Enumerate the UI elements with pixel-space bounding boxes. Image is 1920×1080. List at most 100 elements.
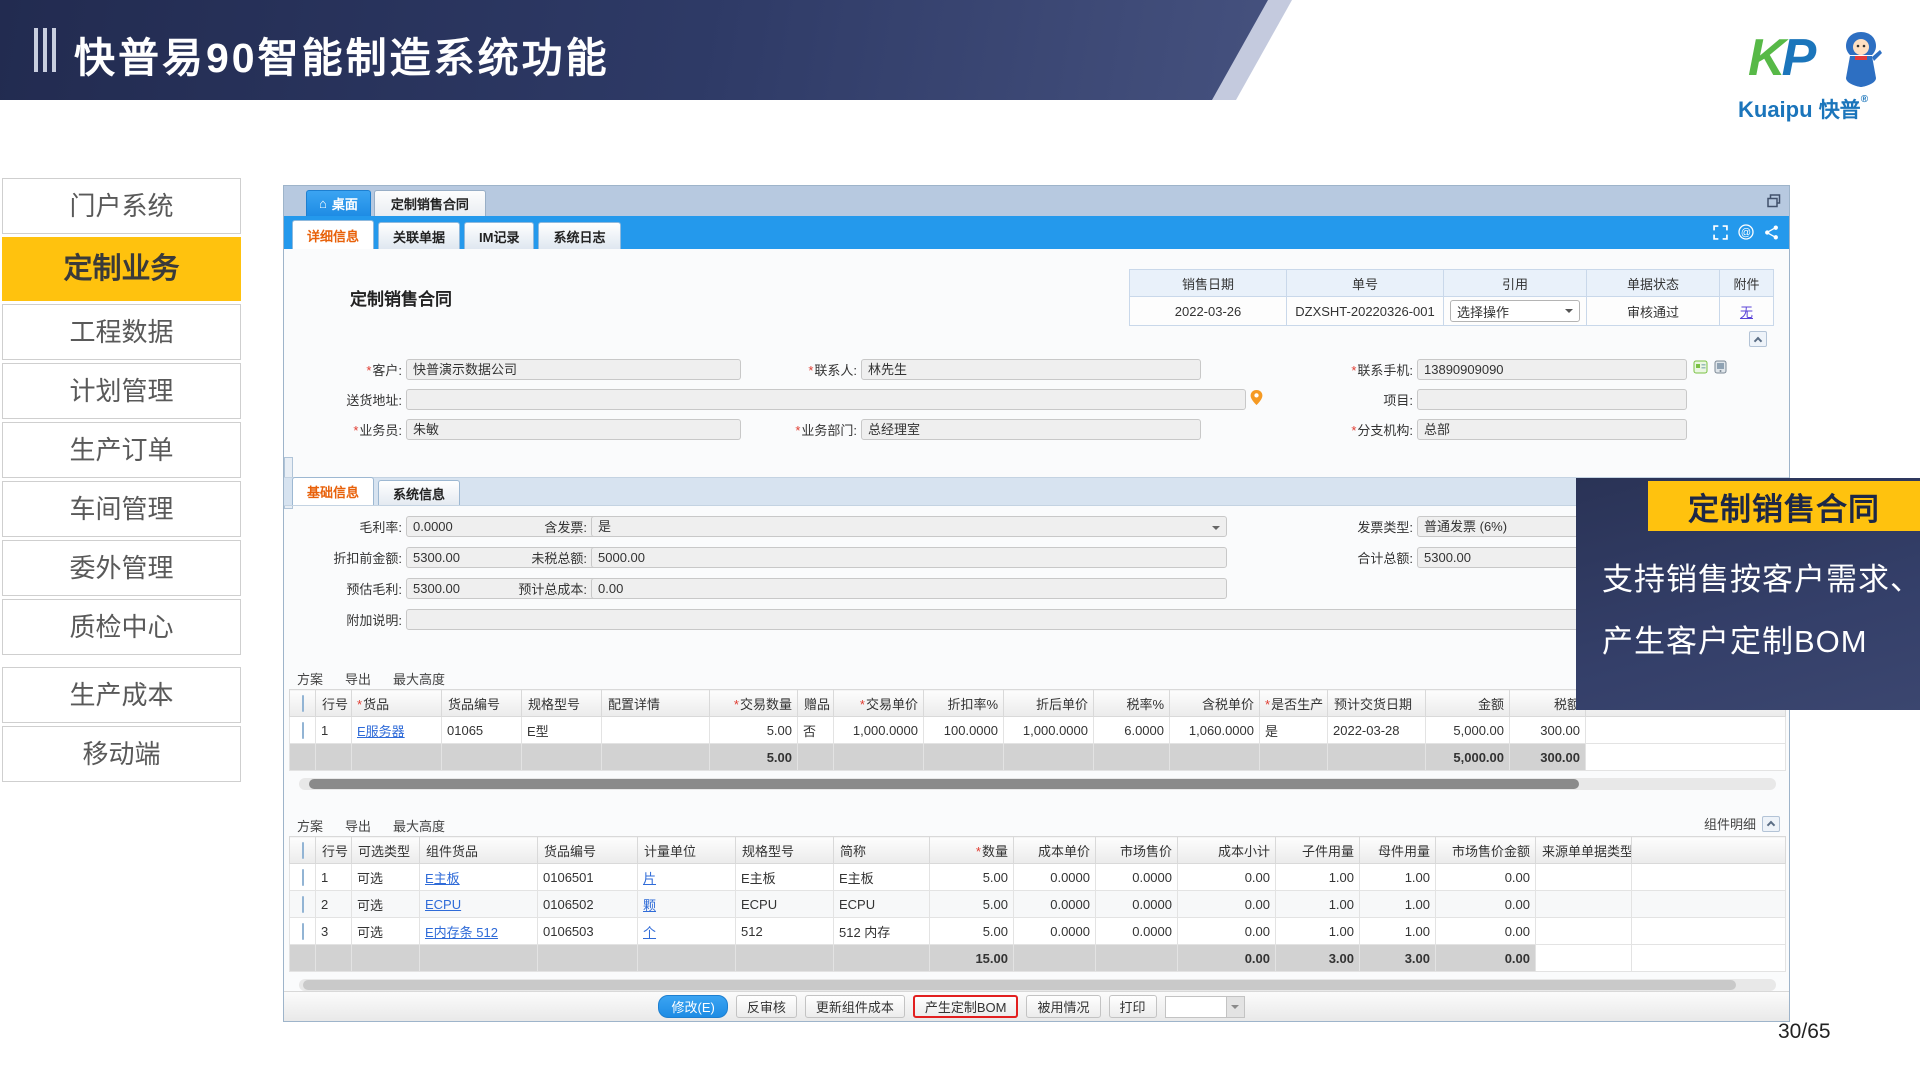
contact-card-icon[interactable] xyxy=(1693,360,1708,379)
sidebar-item-engineering-data[interactable]: 工程数据 xyxy=(2,304,241,360)
header-cell[interactable]: *交易数量 xyxy=(710,690,798,717)
tab-detail-info[interactable]: 详细信息 xyxy=(292,220,374,249)
header-cell[interactable]: *数量 xyxy=(930,837,1014,864)
collapse-header-button[interactable] xyxy=(1749,331,1767,347)
header-cell[interactable]: 行号 xyxy=(316,690,352,717)
component-table-hscrollbar[interactable] xyxy=(299,979,1776,991)
tab-system-info[interactable]: 系统信息 xyxy=(378,480,460,505)
tab-custom-sales-contract[interactable]: 定制销售合同 xyxy=(374,190,486,216)
goods-link[interactable]: E服务器 xyxy=(352,717,442,744)
header-cell[interactable]: 市场售价 xyxy=(1096,837,1178,864)
menu-plan[interactable]: 方案 xyxy=(297,669,323,688)
unit-link[interactable]: 个 xyxy=(638,918,736,945)
fullscreen-icon[interactable] xyxy=(1713,225,1728,245)
sidebar-item-production-order[interactable]: 生产订单 xyxy=(2,422,241,478)
menu-max-height[interactable]: 最大高度 xyxy=(393,816,445,835)
more-actions-select[interactable] xyxy=(1165,996,1245,1018)
unit-link[interactable]: 颗 xyxy=(638,891,736,918)
restore-window-icon[interactable] xyxy=(1767,194,1781,213)
sidebar-item-plan-management[interactable]: 计划管理 xyxy=(2,363,241,419)
share-icon[interactable] xyxy=(1764,225,1779,245)
update-component-cost-button[interactable]: 更新组件成本 xyxy=(805,995,905,1018)
invoice-select[interactable]: 是 xyxy=(591,516,1227,537)
header-cell[interactable]: 货品编号 xyxy=(442,690,522,717)
project-input[interactable] xyxy=(1417,389,1687,410)
header-cell[interactable]: 规格型号 xyxy=(522,690,602,717)
header-cell[interactable]: 计量单位 xyxy=(638,837,736,864)
mobile-input[interactable]: 13890909090 xyxy=(1417,359,1687,380)
location-pin-icon[interactable] xyxy=(1250,390,1263,410)
usage-status-button[interactable]: 被用情况 xyxy=(1026,995,1100,1018)
header-cell[interactable]: *交易单价 xyxy=(834,690,924,717)
select-all-checkbox[interactable] xyxy=(290,690,316,717)
header-cell[interactable]: 规格型号 xyxy=(736,837,834,864)
header-cell[interactable]: 母件用量 xyxy=(1360,837,1436,864)
unit-link[interactable]: 片 xyxy=(638,864,736,891)
header-cell[interactable]: 来源单单据类型 xyxy=(1536,837,1632,864)
unapprove-button[interactable]: 反审核 xyxy=(736,995,797,1018)
message-icon[interactable]: @ xyxy=(1738,224,1754,245)
header-cell[interactable]: 税额 xyxy=(1510,690,1586,717)
sidebar-item-custom-business[interactable]: 定制业务 xyxy=(2,237,241,301)
row-checkbox[interactable] xyxy=(290,891,316,918)
generate-custom-bom-button[interactable]: 产生定制BOM xyxy=(913,995,1019,1018)
department-input[interactable]: 总经理室 xyxy=(861,419,1201,440)
header-cell[interactable]: 子件用量 xyxy=(1276,837,1360,864)
header-cell[interactable]: 折后单价 xyxy=(1004,690,1094,717)
component-link[interactable]: E内存条 512 xyxy=(420,918,538,945)
row-checkbox[interactable] xyxy=(290,717,316,744)
reference-select[interactable]: 选择操作 xyxy=(1444,297,1587,326)
header-cell[interactable]: 折扣率% xyxy=(924,690,1004,717)
header-cell[interactable]: 市场售价金额 xyxy=(1436,837,1536,864)
menu-plan[interactable]: 方案 xyxy=(297,816,323,835)
header-cell[interactable]: 货品编号 xyxy=(538,837,638,864)
print-button[interactable]: 打印 xyxy=(1109,995,1157,1018)
header-cell[interactable]: 简称 xyxy=(834,837,930,864)
component-link[interactable]: ECPU xyxy=(420,891,538,918)
header-cell[interactable]: 成本单价 xyxy=(1014,837,1096,864)
row-checkbox[interactable] xyxy=(290,918,316,945)
select-all-checkbox[interactable] xyxy=(290,837,316,864)
sidebar-item-outsourcing[interactable]: 委外管理 xyxy=(2,540,241,596)
row-checkbox[interactable] xyxy=(290,864,316,891)
sidebar-item-workshop[interactable]: 车间管理 xyxy=(2,481,241,537)
contact-input[interactable]: 林先生 xyxy=(861,359,1201,380)
tab-related-docs[interactable]: 关联单据 xyxy=(378,222,460,249)
menu-export[interactable]: 导出 xyxy=(345,669,371,688)
header-cell[interactable]: 可选类型 xyxy=(352,837,420,864)
tab-desktop[interactable]: ⌂ 桌面 xyxy=(306,190,371,216)
modify-button[interactable]: 修改(E) xyxy=(658,995,727,1018)
header-cell[interactable]: 预计交货日期 xyxy=(1328,690,1426,717)
header-cell[interactable]: 成本小计 xyxy=(1178,837,1276,864)
sidebar-item-mobile[interactable]: 移动端 xyxy=(2,726,241,782)
header-cell[interactable]: 金额 xyxy=(1426,690,1510,717)
untaxed-input[interactable]: 5000.00 xyxy=(591,547,1227,568)
note-input[interactable] xyxy=(406,609,1739,630)
tab-basic-info[interactable]: 基础信息 xyxy=(292,477,374,505)
sidebar-item-quality-center[interactable]: 质检中心 xyxy=(2,599,241,655)
sidebar-item-production-cost[interactable]: 生产成本 xyxy=(2,667,241,723)
header-cell[interactable]: 含税单价 xyxy=(1170,690,1260,717)
delivery-address-input[interactable] xyxy=(406,389,1246,410)
attachment-link[interactable]: 无 xyxy=(1720,297,1774,326)
sidebar-item-portal[interactable]: 门户系统 xyxy=(2,178,241,234)
collapse-panel-button[interactable] xyxy=(1762,816,1780,832)
header-cell[interactable]: 组件货品 xyxy=(420,837,538,864)
header-cell[interactable]: *货品 xyxy=(352,690,442,717)
header-cell[interactable]: 配置详情 xyxy=(602,690,710,717)
menu-export[interactable]: 导出 xyxy=(345,816,371,835)
menu-max-height[interactable]: 最大高度 xyxy=(393,669,445,688)
scrollbar-thumb[interactable] xyxy=(309,779,1579,789)
header-cell[interactable]: 行号 xyxy=(316,837,352,864)
est-cost-input[interactable]: 0.00 xyxy=(591,578,1227,599)
tab-im-records[interactable]: IM记录 xyxy=(464,222,534,249)
header-cell[interactable]: 税率% xyxy=(1094,690,1170,717)
phone-icon[interactable] xyxy=(1713,360,1728,379)
tab-system-log[interactable]: 系统日志 xyxy=(538,222,620,249)
trade-table-hscrollbar[interactable] xyxy=(299,778,1776,790)
component-link[interactable]: E主板 xyxy=(420,864,538,891)
header-cell[interactable]: 赠品 xyxy=(798,690,834,717)
header-cell[interactable]: *是否生产 xyxy=(1260,690,1328,717)
scrollbar-thumb[interactable] xyxy=(303,980,1736,990)
branch-input[interactable]: 总部 xyxy=(1417,419,1687,440)
